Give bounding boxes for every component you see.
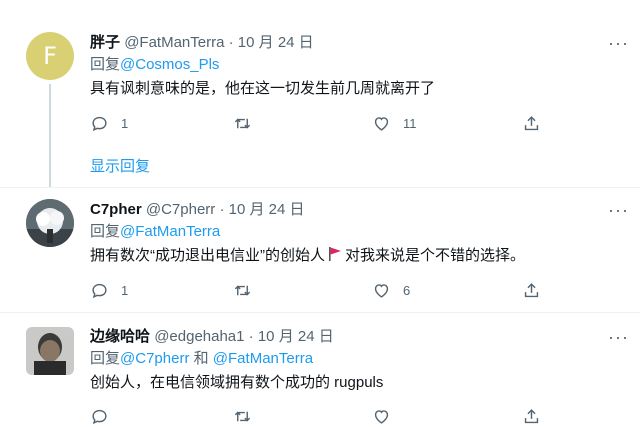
avatar[interactable]: F xyxy=(26,32,74,80)
timestamp[interactable]: 10 月 24 日 xyxy=(258,328,334,345)
display-name[interactable]: 边缘哈哈 xyxy=(90,328,150,345)
share-icon xyxy=(524,409,539,424)
separator: · xyxy=(228,34,234,51)
reply-handle-1[interactable]: @C7pherr xyxy=(120,350,189,367)
show-replies-link[interactable]: 显示回复 xyxy=(90,155,150,176)
handle[interactable]: @FatManTerra xyxy=(124,34,224,51)
avatar-letter: F xyxy=(43,42,57,70)
tweet-header: 边缘哈哈 @edgehaha1 · 10 月 24 日 xyxy=(90,327,334,347)
tweet-text: 拥有数次“成功退出电信业”的创始人 对我来说是个不错的选择。 xyxy=(90,246,525,266)
tweet-2[interactable]: C7pher @C7pherr · 10 月 24 日 ··· 回复@FatMa… xyxy=(0,188,640,308)
display-name[interactable]: 胖子 xyxy=(90,34,120,51)
retweet-button[interactable] xyxy=(233,407,252,426)
like-button[interactable] xyxy=(372,407,391,426)
heart-icon xyxy=(374,117,389,131)
reply-count: 1 xyxy=(121,116,129,131)
timestamp[interactable]: 10 月 24 日 xyxy=(238,34,314,51)
reply-icon xyxy=(92,283,107,299)
reply-icon xyxy=(92,116,107,132)
more-horizontal-icon[interactable]: ··· xyxy=(608,328,629,346)
display-name[interactable]: C7pher xyxy=(90,201,142,218)
tweet-text-part-2: 对我来说是个不错的选择。 xyxy=(345,247,526,264)
thread-line xyxy=(49,84,51,188)
reply-prefix: 回复 xyxy=(90,56,121,73)
retweet-button[interactable] xyxy=(233,281,252,300)
timestamp[interactable]: 10 月 24 日 xyxy=(229,201,305,218)
action-bar: 1 11 xyxy=(90,114,630,134)
share-button[interactable] xyxy=(522,114,541,133)
tweet-header: 胖子 @FatManTerra · 10 月 24 日 xyxy=(90,33,314,53)
like-count: 6 xyxy=(403,283,411,298)
separator: · xyxy=(219,201,225,218)
reply-prefix: 回复 xyxy=(90,350,121,367)
reply-and: 和 xyxy=(193,350,209,367)
retweet-icon xyxy=(234,118,251,129)
reply-handle[interactable]: @Cosmos_Pls xyxy=(120,56,219,73)
retweet-button[interactable] xyxy=(233,114,252,133)
retweet-icon xyxy=(234,285,251,296)
like-count: 11 xyxy=(403,116,417,131)
avatar[interactable] xyxy=(26,199,74,247)
reply-handle-2[interactable]: @FatManTerra xyxy=(213,350,313,367)
share-button[interactable] xyxy=(522,407,541,426)
replying-to: 回复@FatManTerra xyxy=(90,222,220,242)
reply-prefix: 回复 xyxy=(90,223,121,240)
more-horizontal-icon[interactable]: ··· xyxy=(608,201,629,219)
separator: · xyxy=(248,328,254,345)
action-bar: 1 6 xyxy=(90,281,630,301)
tweet-text: 创始人，在电信领域拥有数个成功的 rugpuls xyxy=(90,374,384,391)
avatar-image xyxy=(26,327,74,375)
avatar[interactable] xyxy=(26,327,74,375)
replying-to: 回复@Cosmos_Pls xyxy=(90,55,219,75)
like-button[interactable]: 11 xyxy=(372,114,417,133)
reply-button[interactable]: 1 xyxy=(90,114,128,133)
reply-button[interactable] xyxy=(90,407,109,426)
tweet-header: C7pher @C7pherr · 10 月 24 日 xyxy=(90,200,305,220)
heart-icon xyxy=(374,410,389,424)
replying-to: 回复@C7pherr 和 @FatManTerra xyxy=(90,349,313,369)
share-button[interactable] xyxy=(522,281,541,300)
reply-handle[interactable]: @FatManTerra xyxy=(120,223,220,240)
avatar-image xyxy=(26,199,74,247)
handle[interactable]: @C7pherr xyxy=(146,201,215,218)
share-icon xyxy=(524,116,539,131)
tweet-text: 具有讽刺意味的是，他在这一切发生前几周就离开了 xyxy=(90,80,436,97)
reply-icon xyxy=(92,409,107,425)
share-icon xyxy=(524,283,539,298)
reply-button[interactable]: 1 xyxy=(90,281,128,300)
retweet-icon xyxy=(234,411,251,422)
tweet-1[interactable]: F 胖子 @FatManTerra · 10 月 24 日 ··· 回复@Cos… xyxy=(0,0,640,190)
tweet-3[interactable]: 边缘哈哈 @edgehaha1 · 10 月 24 日 ··· 回复@C7phe… xyxy=(0,313,640,425)
tweet-text-part-1: 拥有数次“成功退出电信业”的创始人 xyxy=(90,247,325,264)
more-horizontal-icon[interactable]: ··· xyxy=(608,34,629,52)
handle[interactable]: @edgehaha1 xyxy=(154,328,244,345)
red-flag-icon xyxy=(329,247,341,261)
reply-count: 1 xyxy=(121,283,129,298)
heart-icon xyxy=(374,284,389,298)
action-bar xyxy=(90,407,630,427)
like-button[interactable]: 6 xyxy=(372,281,410,300)
